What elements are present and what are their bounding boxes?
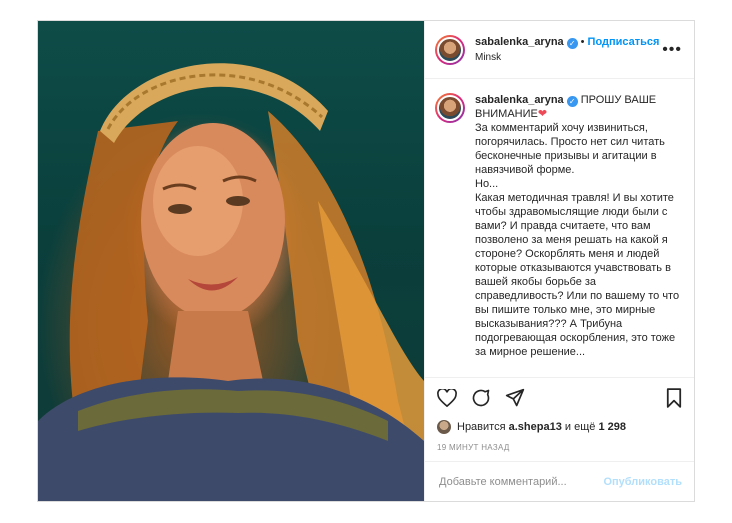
caption-username[interactable]: sabalenka_aryna: [475, 94, 564, 106]
verified-badge-icon: ✓: [566, 96, 578, 107]
likes-count[interactable]: 1 298: [598, 421, 626, 433]
post-actions: [425, 377, 694, 417]
caption-avatar[interactable]: [435, 93, 465, 123]
post-caption: sabalenka_aryna ✓ ПРОШУ ВАШЕ ВНИМАНИЕ❤ За…: [425, 79, 694, 377]
comment-input[interactable]: [437, 474, 604, 489]
likes-summary: Нравится a.shepa13 и ещё 1 298: [425, 417, 694, 437]
author-avatar[interactable]: [435, 34, 465, 65]
portrait-illustration: [38, 63, 424, 501]
liker-avatar[interactable]: [437, 420, 451, 434]
post-sidebar: sabalenka_aryna ✓ • Подписаться Minsk ••• s…: [424, 21, 694, 501]
likes-middle: и ещё: [564, 421, 596, 433]
separator-dot: •: [580, 36, 585, 48]
heart-icon[interactable]: [437, 388, 457, 407]
caption-body: sabalenka_aryna ✓ ПРОШУ ВАШЕ ВНИМАНИЕ❤ За…: [475, 93, 682, 377]
author-username[interactable]: sabalenka_aryna: [475, 36, 564, 48]
caption-text: За комментарий хочу извиниться, погорячи…: [475, 122, 680, 358]
post-location[interactable]: Minsk: [475, 50, 662, 66]
heart-emoji: ❤: [537, 108, 548, 120]
bookmark-icon[interactable]: [666, 387, 682, 408]
more-options-icon[interactable]: •••: [662, 41, 682, 59]
post-header: sabalenka_aryna ✓ • Подписаться Minsk •••: [425, 21, 694, 79]
liker-username[interactable]: a.shepa13: [509, 421, 562, 433]
share-icon[interactable]: [505, 388, 525, 408]
comment-icon[interactable]: [471, 388, 491, 408]
publish-button[interactable]: Опубликовать: [603, 476, 682, 488]
instagram-post: sabalenka_aryna ✓ • Подписаться Minsk ••• s…: [37, 20, 695, 502]
post-photo[interactable]: [38, 21, 424, 501]
comment-bar: Опубликовать: [425, 461, 694, 501]
likes-prefix: Нравится: [457, 421, 506, 433]
verified-badge-icon: ✓: [566, 38, 578, 49]
follow-button[interactable]: Подписаться: [588, 36, 660, 48]
post-timestamp[interactable]: 19 МИНУТ НАЗАД: [425, 437, 694, 461]
